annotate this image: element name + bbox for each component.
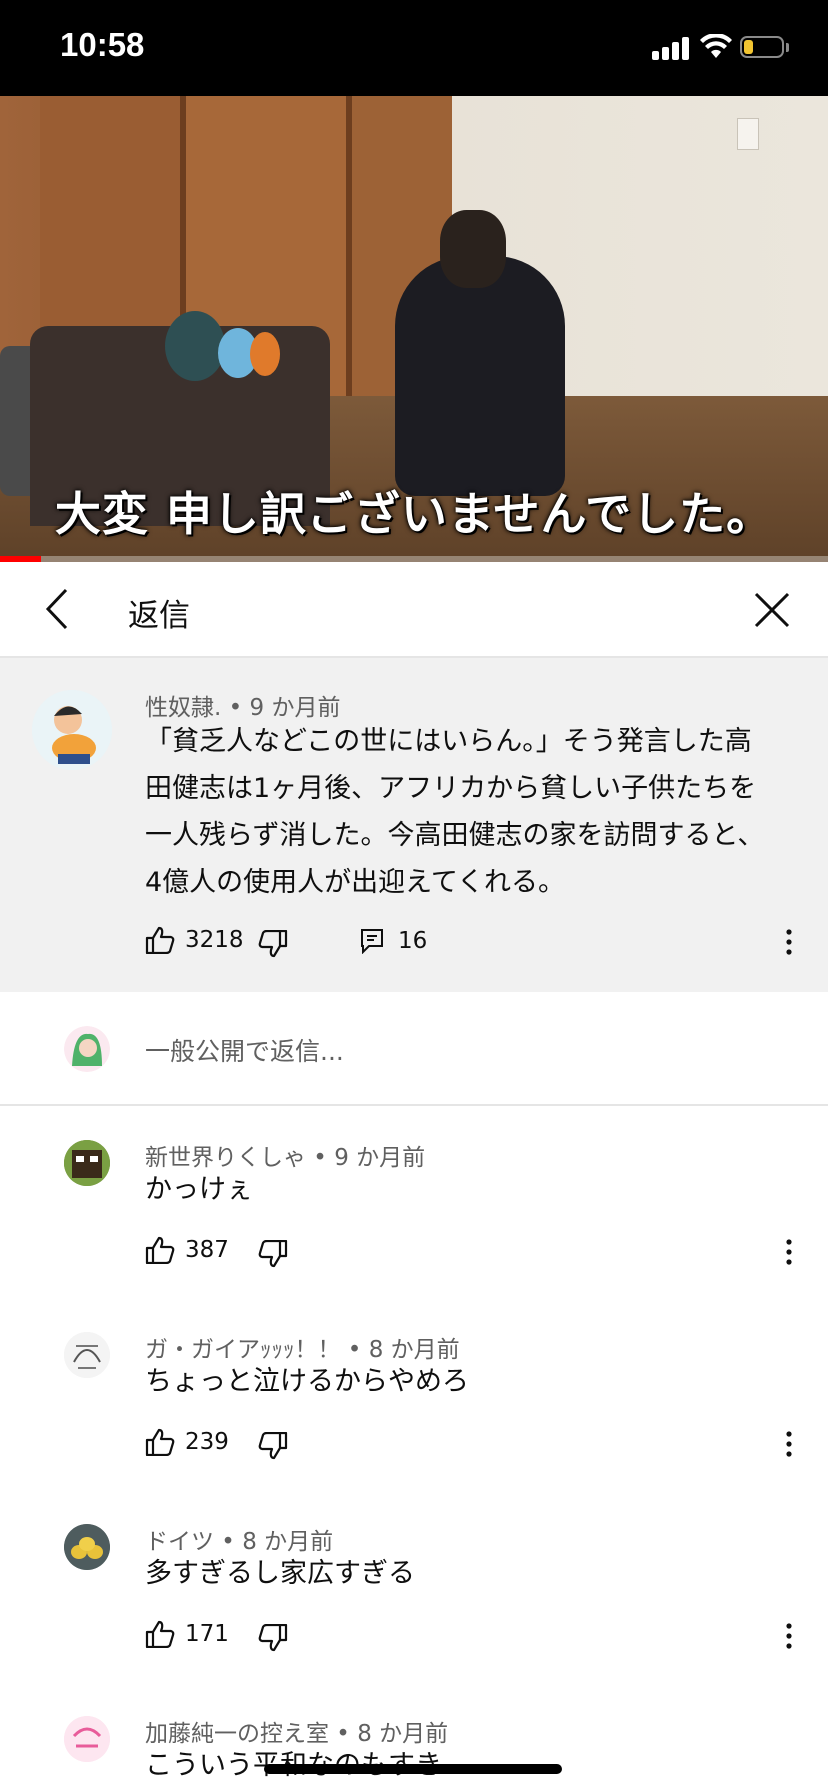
thumbs-down-icon[interactable] — [258, 1240, 288, 1268]
parent-comment: 性奴隷. • 9 か月前 「貧乏人などこの世にはいらん。」そう発言した高 田健志… — [0, 658, 828, 992]
avatar — [64, 1026, 110, 1072]
comment-text: ちょっと泣けるからやめろ — [145, 1366, 469, 1397]
thumbs-up-icon — [145, 1620, 175, 1648]
cellular-signal-icon — [652, 36, 692, 60]
comment-text: 「貧乏人などこの世にはいらん。」そう発言した高 田健志は1ヶ月後、アフリカから貧… — [145, 726, 765, 898]
replies-header: 返信 — [0, 562, 828, 658]
comment-text: 多すぎるし家広すぎる — [145, 1558, 415, 1589]
wifi-icon — [700, 34, 732, 58]
comment-age: 9 か月前 — [334, 1145, 426, 1171]
video-caption: 大変 申し訳ございませんでした。 — [54, 487, 774, 541]
reply-count: 16 — [398, 928, 428, 954]
avatar[interactable] — [64, 1140, 110, 1186]
more-vert-icon[interactable] — [784, 928, 794, 956]
reply-input-row: 一般公開で返信... — [0, 992, 828, 1106]
like-button[interactable]: 387 — [145, 1236, 229, 1264]
battery-icon — [740, 36, 789, 60]
replies-button[interactable]: 16 — [360, 928, 427, 954]
like-button[interactable]: 3218 — [145, 926, 244, 954]
like-button[interactable]: 171 — [145, 1620, 229, 1648]
replies-title: 返信 — [128, 598, 190, 634]
avatar[interactable] — [64, 1332, 110, 1378]
comment-icon — [361, 929, 383, 954]
avatar[interactable] — [32, 690, 112, 770]
thumbs-down-icon[interactable] — [258, 1432, 288, 1460]
thumbs-up-icon — [145, 1428, 175, 1456]
more-vert-icon[interactable] — [784, 1238, 794, 1266]
reply-input[interactable]: 一般公開で返信... — [145, 1032, 344, 1068]
like-count: 239 — [185, 1429, 229, 1455]
status-bar: 10:58 — [0, 0, 828, 96]
like-count: 387 — [185, 1237, 229, 1263]
video-player[interactable]: 大変 申し訳ございませんでした。 — [0, 96, 828, 562]
like-count: 3218 — [185, 927, 244, 953]
chevron-left-icon[interactable] — [36, 586, 82, 632]
thumbs-down-icon[interactable] — [258, 1624, 288, 1652]
avatar[interactable] — [64, 1524, 110, 1570]
comment-meta: 性奴隷. • 9 か月前 — [145, 695, 341, 721]
more-vert-icon[interactable] — [784, 1622, 794, 1650]
close-icon[interactable] — [748, 586, 796, 634]
thumbs-up-icon — [145, 926, 175, 954]
avatar[interactable] — [64, 1716, 110, 1762]
status-time: 10:58 — [60, 26, 145, 63]
like-count: 171 — [185, 1621, 229, 1647]
comment-text: かっけぇ — [145, 1174, 253, 1205]
thumbs-up-icon — [145, 1236, 175, 1264]
like-button[interactable]: 239 — [145, 1428, 229, 1456]
more-vert-icon[interactable] — [784, 1430, 794, 1458]
home-indicator[interactable] — [264, 1764, 562, 1774]
thumbs-down-icon[interactable] — [258, 930, 288, 958]
